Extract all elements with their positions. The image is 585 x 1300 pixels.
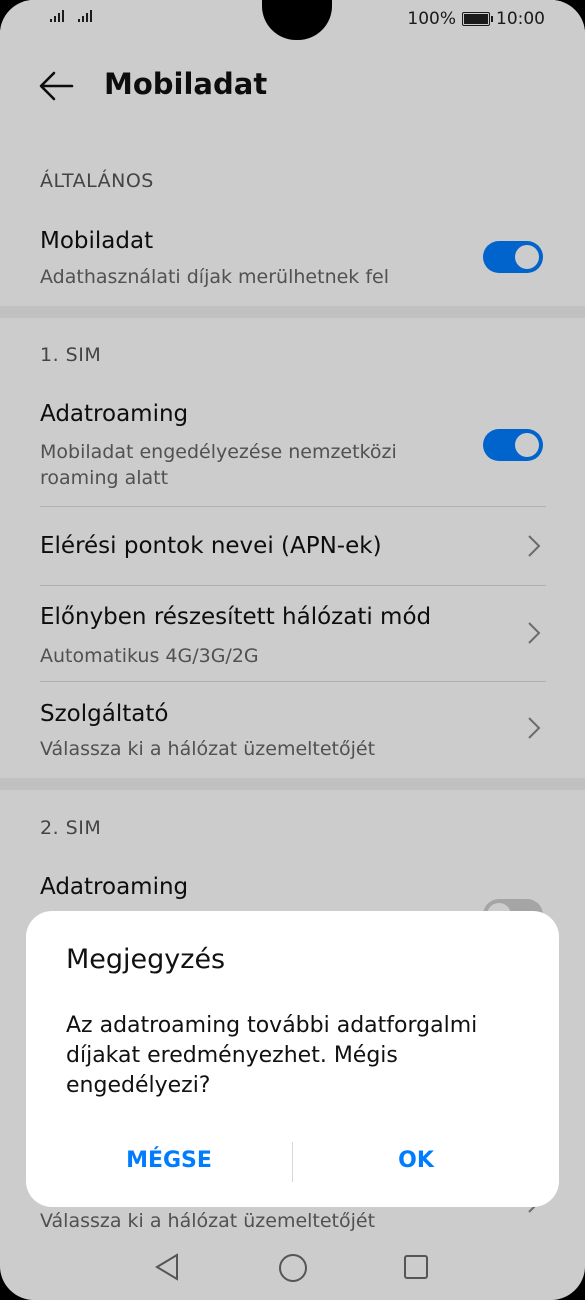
settings-screen: 100% 10:00 Mobiladat ÁLTALÁNOS Mobiladat… — [0, 0, 585, 1300]
dialog-title: Megjegyzés — [66, 944, 226, 975]
square-recents-icon[interactable] — [403, 1254, 429, 1280]
button-separator — [292, 1142, 293, 1182]
dialog-message: Az adatroaming további adatforgalmi díja… — [66, 1013, 478, 1098]
circle-home-icon[interactable] — [278, 1253, 308, 1283]
system-nav-bar — [0, 1238, 585, 1300]
roaming-warning-dialog: Megjegyzés Az adatroaming további adatfo… — [26, 911, 559, 1207]
cancel-button[interactable]: MÉGSE — [66, 1139, 272, 1183]
ok-button[interactable]: OK — [313, 1139, 519, 1183]
triangle-back-icon[interactable] — [154, 1252, 180, 1282]
